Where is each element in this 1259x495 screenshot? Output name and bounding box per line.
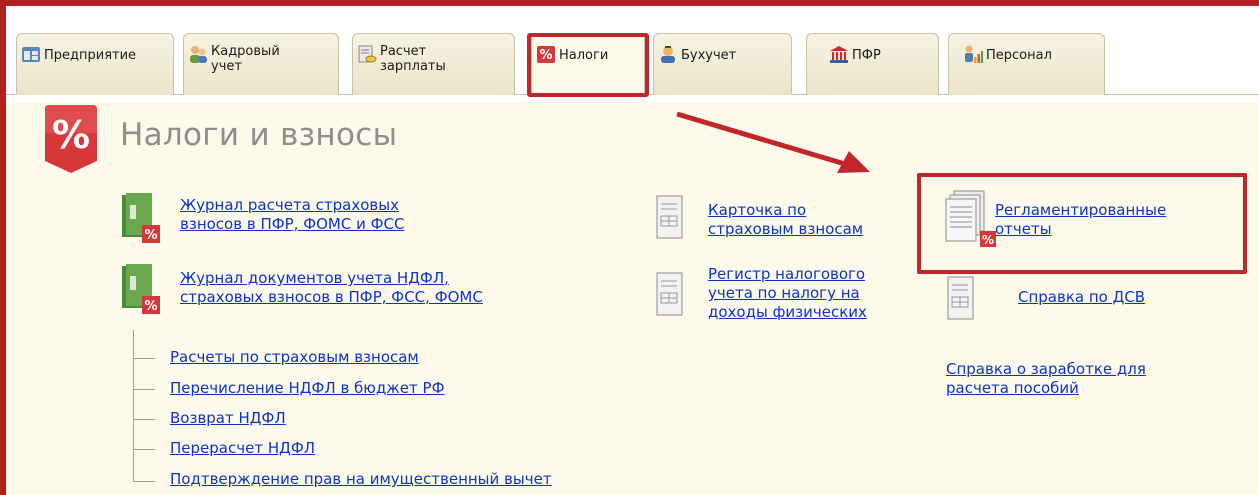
tab-label: Персонал	[986, 48, 1052, 63]
tab-label: ПФР	[852, 48, 881, 63]
tree-connector	[133, 330, 134, 482]
percent-big-icon: %	[45, 105, 97, 173]
report-sheet-icon	[656, 195, 683, 239]
insurance-card-link[interactable]: Карточка по страховым взносам	[708, 201, 863, 239]
tab-enterprise[interactable]: Предприятие	[16, 33, 174, 95]
page-title: Налоги и взносы	[120, 117, 398, 153]
payroll-icon	[358, 45, 377, 63]
dsv-certificate-link[interactable]: Справка по ДСВ	[1018, 288, 1145, 307]
report-sheet-icon	[656, 272, 683, 316]
regulated-reports-highlight	[917, 173, 1247, 274]
earnings-certificate-link[interactable]: Справка о заработке для расчета пособий	[946, 360, 1146, 398]
subitem-ndfl-return-link[interactable]: Возврат НДФЛ	[170, 409, 286, 428]
tab-pension-fund[interactable]: ПФР	[806, 33, 939, 95]
staff-chart-icon	[965, 45, 983, 63]
subitem-property-deduction-link[interactable]: Подтверждение прав на имущественный выче…	[170, 470, 552, 489]
personnel-accounting-icon	[190, 46, 207, 63]
journal-insurance-link[interactable]: Журнал расчета страховых взносов в ПФР, …	[180, 196, 405, 234]
journal-ndfl-link[interactable]: Журнал документов учета НДФЛ, страховых …	[180, 269, 483, 307]
svg-text:%: %	[144, 228, 157, 243]
svg-text:%: %	[52, 113, 90, 157]
tab-label: Расчет зарплаты	[380, 44, 446, 74]
accounting-person-icon	[661, 46, 675, 63]
tree-connector	[133, 449, 155, 450]
tree-connector	[133, 389, 155, 390]
journal-book-percent-icon: %	[122, 264, 160, 314]
tax-register-link[interactable]: Регистр налогового учета по налогу на до…	[708, 265, 867, 322]
tab-personnel-accounting[interactable]: Кадровый учет	[183, 33, 339, 95]
enterprise-icon	[22, 47, 40, 62]
tree-connector	[133, 419, 155, 420]
tab-accounting[interactable]: Бухучет	[653, 33, 792, 95]
subitem-ndfl-recalc-link[interactable]: Перерасчет НДФЛ	[170, 439, 315, 458]
tab-label: Предприятие	[44, 48, 137, 63]
journal-book-percent-icon: %	[122, 193, 160, 243]
tree-connector	[133, 481, 155, 482]
tab-label: Кадровый учет	[211, 44, 280, 74]
taxes-tab-highlight	[527, 33, 649, 97]
tab-staff[interactable]: Персонал	[948, 33, 1105, 95]
tab-label: Бухучет	[681, 48, 737, 63]
subitem-ndfl-transfer-link[interactable]: Перечисление НДФЛ в бюджет РФ	[170, 379, 445, 398]
report-sheet-icon	[947, 276, 974, 320]
pension-fund-icon	[830, 46, 848, 63]
tree-connector	[133, 358, 155, 359]
pointer-arrow	[676, 111, 870, 173]
subitem-insurance-calc-link[interactable]: Расчеты по страховым взносам	[170, 348, 419, 367]
tab-payroll[interactable]: Расчет зарплаты	[352, 33, 515, 95]
svg-text:%: %	[144, 299, 157, 314]
